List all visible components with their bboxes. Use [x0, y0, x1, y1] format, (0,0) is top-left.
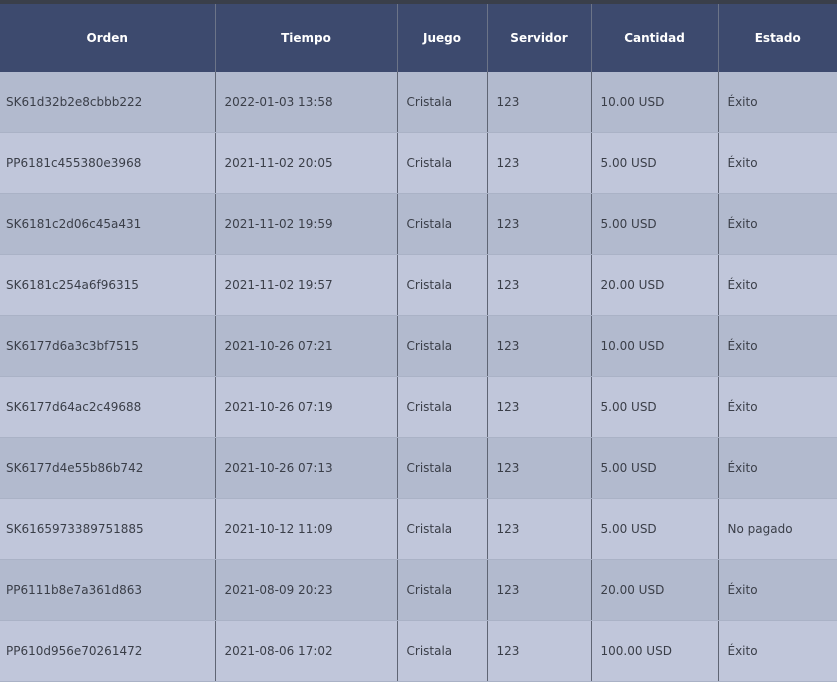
cell-orden: SK6177d64ac2c49688 [0, 376, 216, 438]
table-row: SK6177d6a3c3bf7515 2021-10-26 07:21 Crista… [0, 315, 837, 377]
cell-tiempo: 2022-01-03 13:58 [215, 72, 398, 133]
cell-juego: Cristala [397, 437, 488, 499]
cell-tiempo: 2021-10-26 07:19 [215, 376, 398, 438]
cell-estado: Éxito [718, 315, 837, 377]
cell-cantidad: 5.00 USD [591, 437, 719, 499]
cell-servidor: 123 [487, 376, 592, 438]
cell-tiempo: 2021-10-12 11:09 [215, 498, 398, 560]
cell-estado: Éxito [718, 376, 837, 438]
table-body: SK61d32b2e8cbbb222 2022-01-03 13:58 Crista… [0, 72, 837, 682]
table-row: PP610d956e70261472 2021-08-06 17:02 Crista… [0, 620, 837, 682]
cell-cantidad: 5.00 USD [591, 193, 719, 255]
table-row: SK6165973389751885 2021-10-12 11:09 Crista… [0, 498, 837, 560]
cell-estado: Éxito [718, 193, 837, 255]
cell-orden: PP610d956e70261472 [0, 620, 216, 682]
cell-estado: Éxito [718, 437, 837, 499]
cell-orden: PP6111b8e7a361d863 [0, 559, 216, 621]
table-header-row: Orden Tiempo Juego Servidor Cantidad Est… [0, 4, 837, 72]
cell-juego: Cristala [397, 376, 488, 438]
cell-servidor: 123 [487, 620, 592, 682]
header-estado: Estado [718, 4, 837, 72]
table-row: SK61d32b2e8cbbb222 2022-01-03 13:58 Crista… [0, 72, 837, 133]
cell-juego: Cristala [397, 498, 488, 560]
cell-orden: SK6177d6a3c3bf7515 [0, 315, 216, 377]
header-cantidad: Cantidad [591, 4, 719, 72]
cell-orden: SK6181c254a6f96315 [0, 254, 216, 316]
cell-estado: No pagado [718, 498, 837, 560]
cell-cantidad: 5.00 USD [591, 132, 719, 194]
cell-cantidad: 5.00 USD [591, 376, 719, 438]
cell-orden: SK6181c2d06c45a431 [0, 193, 216, 255]
table-row: SK6181c2d06c45a431 2021-11-02 19:59 Crista… [0, 193, 837, 255]
cell-cantidad: 10.00 USD [591, 315, 719, 377]
cell-servidor: 123 [487, 437, 592, 499]
cell-tiempo: 2021-11-02 19:57 [215, 254, 398, 316]
cell-orden: SK6177d4e55b86b742 [0, 437, 216, 499]
table-row: PP6111b8e7a361d863 2021-08-09 20:23 Crista… [0, 559, 837, 621]
cell-servidor: 123 [487, 193, 592, 255]
cell-juego: Cristala [397, 132, 488, 194]
cell-estado: Éxito [718, 72, 837, 133]
cell-servidor: 123 [487, 72, 592, 133]
cell-tiempo: 2021-10-26 07:13 [215, 437, 398, 499]
cell-servidor: 123 [487, 132, 592, 194]
cell-estado: Éxito [718, 254, 837, 316]
cell-tiempo: 2021-11-02 20:05 [215, 132, 398, 194]
cell-cantidad: 10.00 USD [591, 72, 719, 133]
cell-juego: Cristala [397, 315, 488, 377]
cell-juego: Cristala [397, 254, 488, 316]
cell-servidor: 123 [487, 254, 592, 316]
cell-cantidad: 5.00 USD [591, 498, 719, 560]
cell-servidor: 123 [487, 315, 592, 377]
table-row: SK6177d4e55b86b742 2021-10-26 07:13 Crista… [0, 437, 837, 499]
cell-servidor: 123 [487, 498, 592, 560]
table-row: PP6181c455380e3968 2021-11-02 20:05 Crista… [0, 132, 837, 194]
cell-cantidad: 20.00 USD [591, 559, 719, 621]
cell-juego: Cristala [397, 559, 488, 621]
cell-tiempo: 2021-11-02 19:59 [215, 193, 398, 255]
cell-tiempo: 2021-08-06 17:02 [215, 620, 398, 682]
header-juego: Juego [397, 4, 488, 72]
cell-tiempo: 2021-10-26 07:21 [215, 315, 398, 377]
cell-cantidad: 20.00 USD [591, 254, 719, 316]
header-tiempo: Tiempo [215, 4, 398, 72]
cell-orden: SK61d32b2e8cbbb222 [0, 72, 216, 133]
header-orden: Orden [0, 4, 216, 72]
cell-tiempo: 2021-08-09 20:23 [215, 559, 398, 621]
cell-juego: Cristala [397, 72, 488, 133]
cell-servidor: 123 [487, 559, 592, 621]
cell-cantidad: 100.00 USD [591, 620, 719, 682]
header-servidor: Servidor [487, 4, 592, 72]
cell-juego: Cristala [397, 193, 488, 255]
cell-estado: Éxito [718, 559, 837, 621]
orders-table: Orden Tiempo Juego Servidor Cantidad Est… [0, 4, 837, 682]
cell-orden: PP6181c455380e3968 [0, 132, 216, 194]
cell-orden: SK6165973389751885 [0, 498, 216, 560]
cell-estado: Éxito [718, 620, 837, 682]
table-row: SK6177d64ac2c49688 2021-10-26 07:19 Crista… [0, 376, 837, 438]
table-row: SK6181c254a6f96315 2021-11-02 19:57 Crista… [0, 254, 837, 316]
cell-juego: Cristala [397, 620, 488, 682]
cell-estado: Éxito [718, 132, 837, 194]
